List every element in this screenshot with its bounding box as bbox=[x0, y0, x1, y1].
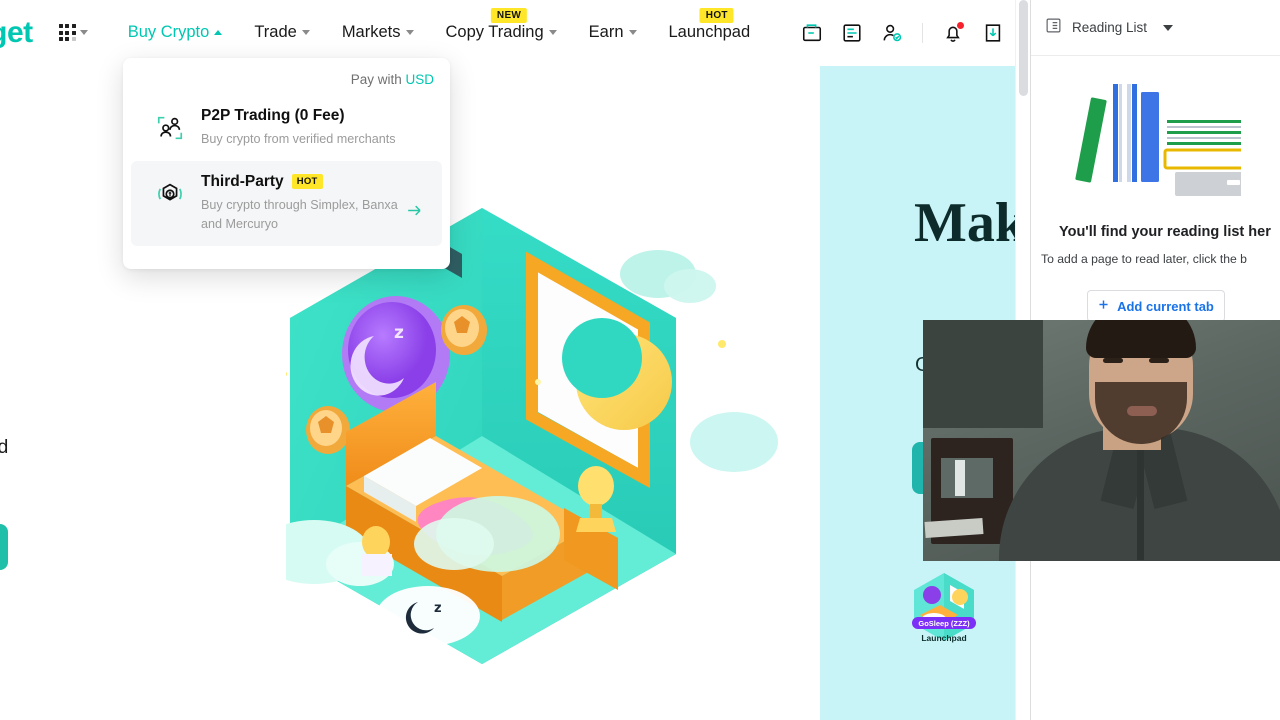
browser-window: p (ZZZ) ed on npad 0,000 ZZZ from the De… bbox=[0, 0, 1280, 720]
plus-icon bbox=[1097, 298, 1110, 314]
nav-item-copy-trading[interactable]: NEW Copy Trading bbox=[430, 0, 573, 66]
pay-with-currency[interactable]: USD bbox=[405, 72, 434, 87]
wallet-icon[interactable] bbox=[794, 15, 830, 51]
chevron-up-icon bbox=[214, 30, 223, 35]
web-page-viewport: p (ZZZ) ed on npad 0,000 ZZZ from the De… bbox=[0, 0, 1030, 720]
svg-text:z: z bbox=[394, 323, 404, 343]
webcam-cabinet bbox=[923, 320, 1043, 428]
pay-with-row: Pay with USD bbox=[123, 58, 450, 95]
nav-item-trade[interactable]: Trade bbox=[238, 0, 326, 66]
chevron-down-icon bbox=[628, 30, 637, 35]
dropdown-item-subtitle: Buy crypto from verified merchants bbox=[201, 132, 396, 146]
webcam-monitor bbox=[941, 458, 993, 498]
p2p-people-icon bbox=[153, 111, 187, 145]
promo-thumb-caption: Launchpad bbox=[921, 633, 967, 643]
webcam-person-hair bbox=[1086, 320, 1196, 358]
chevron-down-icon bbox=[79, 30, 88, 35]
webcam-shirt-placket bbox=[1137, 450, 1144, 560]
promo-thumb-pill: GoSleep (ZZZ) bbox=[912, 617, 976, 629]
nav-item-label: Earn bbox=[588, 23, 624, 41]
orders-icon[interactable] bbox=[834, 15, 870, 51]
dropdown-item-badge-hot: HOT bbox=[291, 174, 323, 190]
notifications-bell-icon[interactable] bbox=[935, 15, 971, 51]
dropdown-item-title: P2P Trading (0 Fee) bbox=[201, 107, 396, 125]
page-scrollbar-thumb[interactable] bbox=[1019, 0, 1028, 96]
nav-item-markets[interactable]: Markets bbox=[326, 0, 430, 66]
nav-item-label: Markets bbox=[341, 23, 401, 41]
webcam-person-eye-left bbox=[1103, 358, 1123, 363]
dropdown-item-subtitle: Buy crypto through Simplex, Banxa and Me… bbox=[201, 197, 398, 231]
webcam-monitor-highlight bbox=[955, 460, 965, 496]
site-logo[interactable]: rget bbox=[0, 16, 33, 50]
dropdown-item-third-party[interactable]: Third-Party HOT Buy crypto through Simpl… bbox=[131, 160, 442, 246]
user-verified-icon[interactable] bbox=[874, 15, 910, 51]
notification-indicator bbox=[957, 21, 965, 29]
webcam-person-eye-right bbox=[1149, 358, 1169, 363]
nav-item-label: Buy Crypto bbox=[127, 23, 210, 41]
hero-subtitle: 0,000 ZZZ from the Deposit and icipate n… bbox=[0, 434, 292, 487]
books-shelf-illustration bbox=[1071, 80, 1247, 200]
webcam-video-overlay[interactable] bbox=[923, 320, 1280, 561]
nav-badge-hot: HOT bbox=[699, 7, 734, 23]
nav-item-label: Trade bbox=[254, 23, 297, 41]
pay-with-label: Pay with bbox=[350, 72, 402, 87]
chevron-down-icon bbox=[405, 30, 414, 35]
side-panel-header[interactable]: Reading List bbox=[1031, 0, 1280, 56]
empty-state-heading: You'll find your reading list her bbox=[1059, 224, 1271, 240]
add-current-tab-button[interactable]: Add current tab bbox=[1086, 290, 1225, 322]
dropdown-item-title-text: P2P Trading (0 Fee) bbox=[201, 107, 345, 124]
hero-subtitle-line-1: 0,000 ZZZ from the Deposit and bbox=[0, 435, 9, 458]
nav-badge-new: NEW bbox=[490, 7, 528, 23]
nav-item-label: Copy Trading bbox=[445, 23, 544, 41]
reading-list-empty-state: You'll find your reading list her To add… bbox=[1031, 56, 1280, 322]
apps-grid-icon bbox=[58, 24, 76, 41]
add-current-tab-label: Add current tab bbox=[1117, 298, 1214, 314]
third-party-shield-dollar-icon bbox=[153, 177, 187, 211]
svg-text:z: z bbox=[434, 601, 442, 616]
hero-title-line-3: npad bbox=[0, 325, 292, 396]
download-app-icon[interactable] bbox=[975, 15, 1011, 51]
chevron-down-icon[interactable] bbox=[1163, 24, 1174, 31]
apps-menu-button[interactable] bbox=[58, 24, 88, 41]
navbar-divider bbox=[922, 22, 924, 43]
navbar-items: Buy Crypto Trade Markets NEW Copy Tradin… bbox=[112, 0, 766, 66]
reading-list-icon bbox=[1045, 17, 1062, 39]
nav-item-label: Launchpad bbox=[668, 23, 751, 41]
empty-state-description: To add a page to read later, click the b bbox=[1041, 252, 1247, 266]
nav-item-launchpad[interactable]: HOT Launchpad bbox=[653, 0, 767, 66]
promo-title: Mak bbox=[914, 192, 1016, 254]
dropdown-item-title: Third-Party HOT bbox=[201, 173, 406, 191]
chevron-down-icon bbox=[548, 30, 557, 35]
chevron-down-icon bbox=[301, 30, 310, 35]
hero-cta-button[interactable] bbox=[0, 524, 8, 570]
buy-crypto-dropdown: Pay with USD P2P Trading (0 Fee) Buy cry… bbox=[123, 58, 450, 269]
dropdown-item-title-text: Third-Party bbox=[201, 172, 284, 190]
side-panel-title: Reading List bbox=[1072, 20, 1148, 35]
hero-subtitle-line-2: icipate now! bbox=[0, 460, 292, 486]
navbar-icon-group bbox=[794, 15, 1030, 51]
arrow-right-icon bbox=[405, 201, 424, 225]
nav-item-earn[interactable]: Earn bbox=[573, 0, 653, 66]
dropdown-item-p2p-trading[interactable]: P2P Trading (0 Fee) Buy crypto from veri… bbox=[131, 95, 442, 161]
nav-item-buy-crypto[interactable]: Buy Crypto bbox=[112, 0, 239, 66]
webcam-person-mouth bbox=[1127, 406, 1157, 416]
promo-thumbnail-card[interactable]: GoSleep (ZZZ) Launchpad bbox=[910, 571, 978, 643]
site-navbar: rget Buy Crypto Trade Markets bbox=[0, 0, 1030, 66]
